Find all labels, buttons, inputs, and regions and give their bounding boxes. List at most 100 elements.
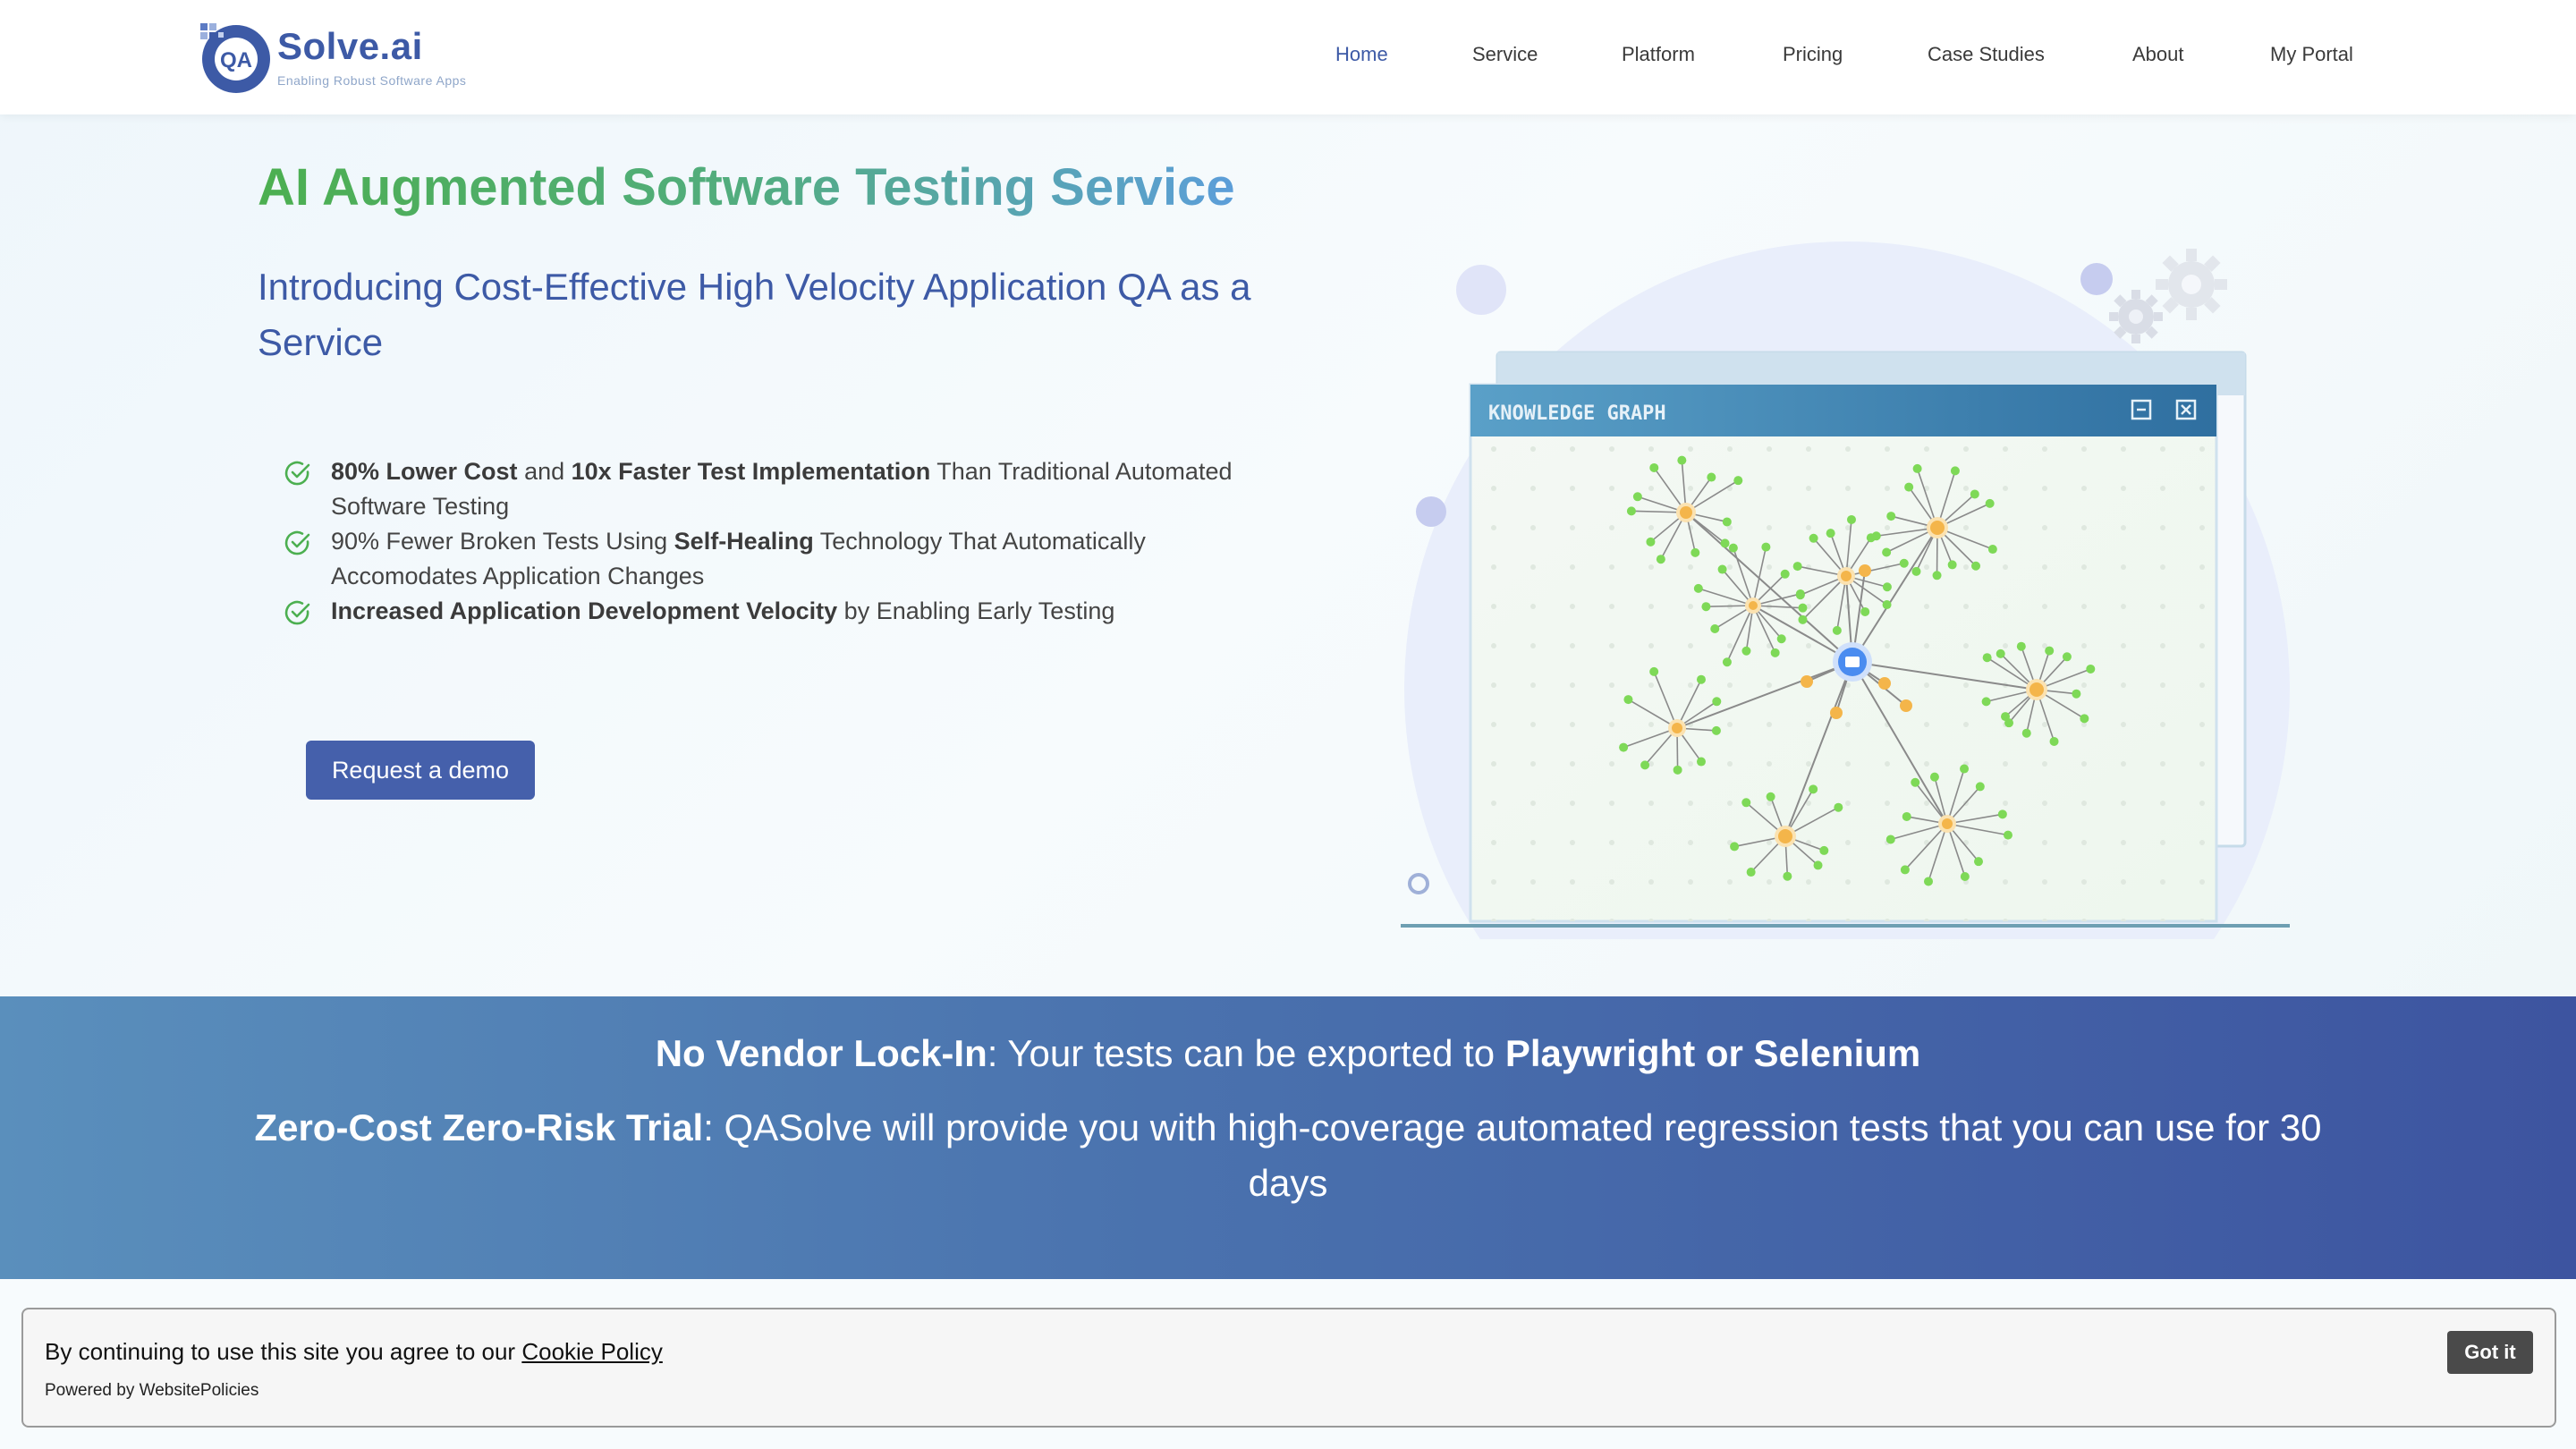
graph-leaf-node: [1623, 695, 1633, 705]
graph-leaf-node: [1882, 547, 1892, 557]
graph-leaf-node: [1950, 466, 1960, 476]
graph-leaf-node: [1733, 476, 1743, 486]
graph-leaf-node: [1690, 547, 1700, 557]
graph-hub-node: [1749, 601, 1758, 610]
graph-leaf-node: [1626, 506, 1636, 516]
banner-text: : QASolve will provide you with high-cov…: [703, 1106, 2322, 1204]
graph-leaf-node: [1656, 555, 1665, 564]
graph-leaf-node: [1813, 860, 1823, 870]
cookie-banner: By continuing to use this site you agree…: [21, 1308, 2556, 1428]
graph-leaf-node: [1826, 529, 1835, 538]
feature-bold: Increased Application Development Veloci…: [331, 597, 838, 624]
logo[interactable]: QA Solve.ai Enabling Robust Software App…: [195, 20, 490, 97]
nav-case-studies[interactable]: Case Studies: [1928, 43, 2045, 66]
graph-hub-node: [1801, 675, 1813, 688]
graph-leaf-node: [1899, 558, 1909, 568]
graph-leaf-node: [1619, 742, 1629, 752]
nav-about[interactable]: About: [2132, 43, 2184, 66]
graph-leaf-node: [2072, 689, 2081, 699]
check-circle-icon: [284, 530, 310, 555]
graph-leaf-node: [1646, 537, 1656, 547]
graph-leaf-node: [1819, 845, 1829, 855]
nav-home[interactable]: Home: [1335, 43, 1388, 66]
graph-leaf-node: [1780, 569, 1790, 579]
graph-leaf-node: [2045, 646, 2055, 656]
check-circle-icon: [284, 600, 310, 625]
site-header: QA Solve.ai Enabling Robust Software App…: [0, 0, 2576, 114]
decor-circle: [2080, 263, 2113, 295]
graph-leaf-node: [1846, 514, 1856, 524]
nav-pricing[interactable]: Pricing: [1783, 43, 1843, 66]
graph-leaf-node: [1971, 561, 1981, 571]
graph-leaf-node: [1722, 517, 1732, 527]
graph-leaf-node: [1728, 543, 1738, 553]
cookie-message: By continuing to use this site you agree…: [45, 1338, 663, 1366]
graph-leaf-node: [1720, 538, 1730, 548]
graph-leaf-node: [1701, 602, 1711, 612]
nav-platform[interactable]: Platform: [1622, 43, 1695, 66]
feature-item: 90% Fewer Broken Tests Using Self-Healin…: [284, 524, 1268, 594]
graph-leaf-node: [1987, 545, 1997, 555]
graph-leaf-node: [1722, 657, 1732, 667]
graph-leaf-node: [2086, 664, 2096, 674]
graph-hub-node: [1680, 506, 1692, 519]
graph-leaf-node: [2049, 736, 2059, 746]
hero-title: AI Augmented Software Testing Service: [258, 158, 1235, 216]
graph-leaf-node: [1912, 463, 1922, 473]
graph-leaf-node: [1911, 566, 1921, 576]
logo-tagline: Enabling Robust Software Apps: [277, 73, 467, 88]
feature-item: 80% Lower Cost and 10x Faster Test Imple…: [284, 454, 1268, 524]
value-banner: No Vendor Lock-In: Your tests can be exp…: [0, 996, 2576, 1279]
decor-circle: [1416, 496, 1446, 527]
request-demo-button[interactable]: Request a demo: [306, 741, 535, 800]
graph-leaf-node: [1673, 765, 1682, 775]
logo-mark-icon: QA: [200, 23, 270, 93]
graph-leaf-node: [1783, 871, 1792, 881]
graph-leaf-node: [1761, 542, 1771, 552]
graph-leaf-node: [1795, 590, 1805, 600]
cookie-powered-by: Powered by WebsitePolicies: [45, 1381, 259, 1400]
graph-window-title: KNOWLEDGE GRAPH: [1488, 402, 1666, 425]
graph-leaf-node: [1902, 811, 1911, 821]
graph-hub-node: [1859, 564, 1871, 577]
graph-leaf-node: [1776, 634, 1786, 644]
graph-leaf-node: [1696, 674, 1706, 684]
graph-leaf-node: [2016, 641, 2026, 651]
nav-service[interactable]: Service: [1472, 43, 1538, 66]
graph-leaf-node: [1741, 646, 1751, 656]
graph-hub-node: [1841, 571, 1852, 581]
feature-text: by Enabling Early Testing: [837, 597, 1115, 624]
cookie-policy-link[interactable]: Cookie Policy: [521, 1338, 663, 1365]
graph-leaf-node: [1640, 760, 1650, 770]
graph-leaf-node: [1696, 757, 1706, 767]
graph-leaf-node: [1730, 842, 1740, 852]
graph-leaf-node: [1904, 482, 1914, 492]
graph-leaf-node: [1975, 782, 1985, 792]
graph-leaf-node: [1792, 562, 1802, 572]
graph-leaf-node: [1649, 666, 1659, 676]
graph-leaf-node: [1982, 653, 1992, 663]
graph-leaf-node: [1693, 583, 1703, 593]
banner-line-trial: Zero-Cost Zero-Risk Trial: QASolve will …: [242, 1100, 2334, 1211]
cookie-accept-button[interactable]: Got it: [2447, 1331, 2533, 1374]
check-circle-icon: [284, 461, 310, 486]
feature-bold: 80% Lower Cost: [331, 458, 518, 485]
graph-leaf-node: [1924, 877, 1934, 886]
graph-leaf-node: [1886, 512, 1896, 521]
graph-leaf-node: [1711, 725, 1721, 735]
graph-hub-node: [1942, 818, 1953, 829]
graph-leaf-node: [1649, 462, 1659, 472]
graph-leaf-node: [1985, 498, 1995, 508]
graph-leaf-node: [1885, 835, 1895, 844]
hero-subtitle: Introducing Cost-Effective High Velocity…: [258, 266, 1251, 363]
graph-leaf-node: [1832, 625, 1842, 635]
graph-leaf-node: [2080, 714, 2089, 724]
cookie-text: By continuing to use this site you agree…: [45, 1338, 522, 1365]
graph-leaf-node: [1960, 764, 1970, 774]
graph-leaf-node: [1947, 560, 1957, 570]
nav-my-portal[interactable]: My Portal: [2270, 43, 2353, 66]
graph-leaf-node: [1809, 533, 1818, 543]
graph-leaf-node: [1871, 531, 1881, 541]
graph-leaf-node: [1981, 697, 1991, 707]
graph-leaf-node: [1809, 784, 1818, 794]
